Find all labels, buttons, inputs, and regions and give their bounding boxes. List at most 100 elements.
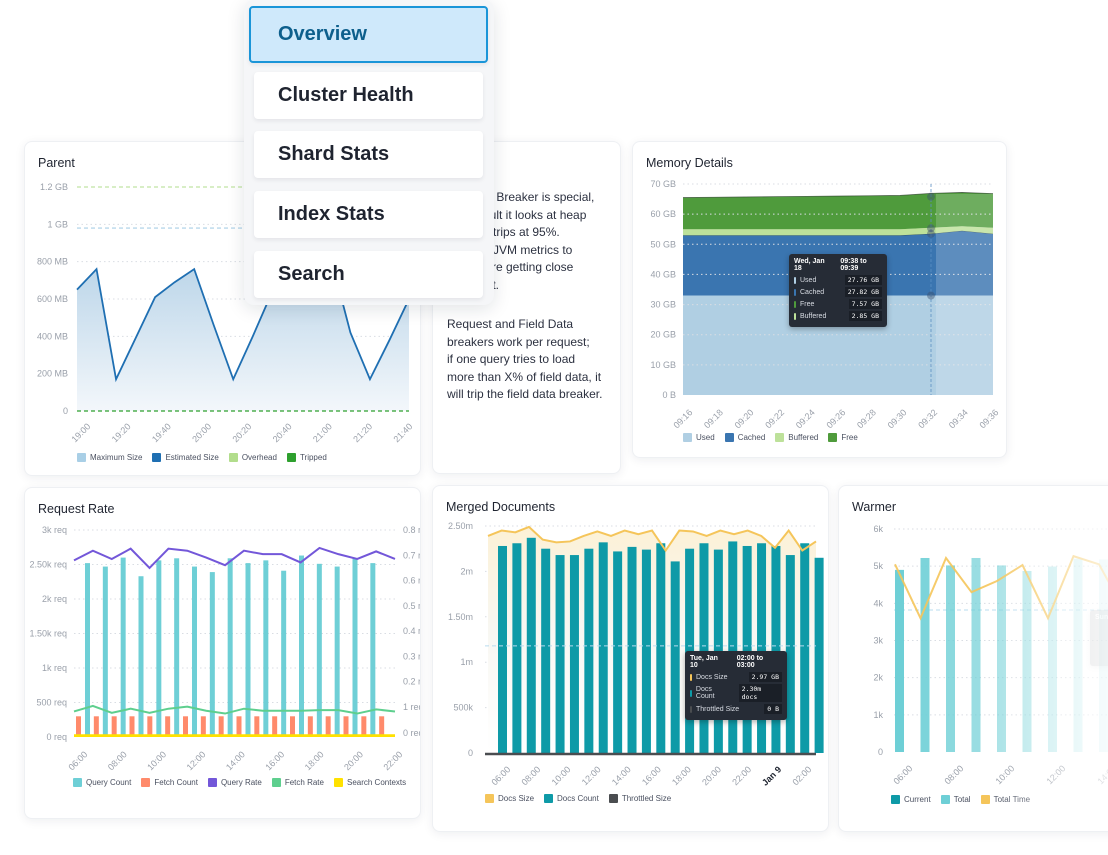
y-tick-label: 600 MB [37, 294, 68, 304]
query-count-bar [334, 566, 340, 737]
fetch-count-bar [272, 716, 278, 737]
docs-count-bar [728, 541, 738, 753]
menu-item-shard-stats[interactable]: Shard Stats [254, 131, 483, 178]
y-tick-label: 1m [460, 657, 473, 667]
tooltip-swatch [794, 300, 796, 308]
x-tick-label: 08:00 [106, 749, 129, 772]
tooltip-label-text: Buffered [800, 312, 827, 320]
warmer-card: Warmer 01k2k3k4k5k6k06:0008:0010:0012:00… [838, 485, 1108, 832]
search-contexts-band [74, 734, 395, 737]
docs-count-bar [670, 561, 680, 753]
legend-item-query-rate[interactable]: Query Rate [207, 778, 262, 787]
tooltip-label: Throttled Size [690, 705, 739, 713]
y-tick-label-left: 1k req [42, 663, 67, 673]
x-tick-label: 16:00 [640, 764, 663, 787]
legend-label: Buffered [788, 433, 819, 442]
tooltip-label: Cached [794, 288, 825, 296]
query-count-bar [174, 558, 180, 737]
x-tick-label: 09:34 [947, 407, 970, 430]
legend-item-total[interactable]: Total [940, 795, 971, 804]
tooltip-swatch [690, 705, 692, 713]
legend-item-fetch-rate[interactable]: Fetch Rate [271, 778, 324, 787]
x-tick-label: 20:00 [190, 421, 213, 444]
tooltip-value: 2.30m docs [738, 684, 782, 702]
y-tick-label-right: 0.4 req/s [403, 626, 421, 636]
x-tick-label: 19:20 [110, 421, 133, 444]
x-tick-label: 09:30 [886, 407, 909, 430]
legend-item-throttled-size[interactable]: Throttled Size [608, 794, 671, 803]
legend-swatch [228, 453, 238, 462]
docs-count-bar [656, 543, 666, 753]
x-tick-label: 19:40 [150, 421, 173, 444]
tooltip-label-text: Cached [800, 288, 825, 296]
docs-count-bar [598, 542, 608, 753]
x-tick-label: 14:00 [224, 749, 247, 772]
x-tick-label: 08:00 [520, 764, 543, 787]
legend-label: Tripped [299, 453, 327, 462]
merged-tooltip: Tue, Jan 10 02:00 to 03:00 Docs Size 2.97 … [685, 651, 787, 720]
docs-count-bar [512, 543, 522, 753]
nav-menu: Overview Cluster Health Shard Stats Inde… [244, 0, 494, 305]
total-bar [971, 557, 981, 752]
x-tick-label: 09:20 [733, 407, 756, 430]
legend-swatch [485, 794, 494, 803]
docs-count-bar [641, 549, 651, 753]
y-tick-label-left: 3k req [42, 525, 67, 535]
merged-documents-card: Merged Documents 0 500k 1m 1.50m 2m 2.50m 06:0… [432, 485, 829, 832]
tooltip-swatch [690, 689, 692, 697]
legend-item-tripped[interactable]: Tripped [286, 453, 327, 462]
legend-item-cached[interactable]: Cached [724, 433, 765, 442]
y-tick-label: 500k [453, 703, 473, 713]
legend-item-current[interactable]: Current [891, 795, 931, 804]
menu-item-index-stats[interactable]: Index Stats [254, 191, 483, 238]
legend-swatch [544, 794, 554, 803]
tooltip-row: Free 7.57 GB [794, 299, 882, 309]
fetch-count-bar [147, 716, 153, 737]
legend-swatch [141, 778, 151, 787]
x-tick-label: 09:26 [824, 407, 847, 430]
query-count-bar [192, 566, 197, 737]
y-tick-label: 0 [63, 406, 68, 416]
legend-item-search-contexts[interactable]: Search Contexts [333, 778, 406, 787]
menu-item-overview[interactable]: Overview [249, 6, 488, 63]
legend-item-docs-count[interactable]: Docs Count [544, 794, 599, 803]
tooltip-label-text: Used [800, 276, 817, 284]
legend-swatch [724, 433, 734, 442]
legend-item-used[interactable]: Used [683, 433, 715, 442]
note-paragraph-2: Request and Field Data breakers work per… [447, 317, 603, 401]
legend-item-buffered[interactable]: Buffered [775, 433, 818, 442]
menu-item-cluster-health[interactable]: Cluster Health [254, 72, 483, 119]
legend-item-overhead[interactable]: Overhead [228, 453, 277, 462]
legend-item-query-count[interactable]: Query Count [73, 778, 131, 787]
x-tick-label: 21:40 [391, 421, 414, 444]
legend-item-docs-size[interactable]: Docs Size [485, 794, 534, 803]
y-tick-label: 5k [873, 561, 883, 571]
legend-label: Docs Size [498, 794, 535, 803]
y-tick-label: 10 GB [650, 360, 676, 370]
tooltip-swatch [794, 288, 796, 296]
x-tick-label: 09:28 [855, 407, 878, 430]
x-tick-label: Jan 9 [760, 764, 783, 787]
legend-item-maximum-size[interactable]: Maximum Size [77, 453, 142, 462]
tooltip-value: 2.97 GB [748, 672, 782, 682]
docs-count-bar [613, 551, 623, 753]
legend-swatch [73, 778, 82, 787]
total-bar [920, 557, 930, 752]
y-tick-label: 1.2 GB [40, 182, 68, 192]
memory-tooltip: Wed, Jan 18 09:38 to 09:39 Used 27.76 GB Ca… [789, 254, 887, 327]
tooltip-value: 0 B [764, 704, 782, 714]
docs-count-bar [785, 555, 795, 753]
legend-item-fetch-count[interactable]: Fetch Count [141, 778, 198, 787]
x-tick-label: 20:00 [342, 749, 365, 772]
menu-item-search[interactable]: Search [254, 251, 483, 298]
docs-count-bar [498, 545, 507, 753]
tooltip-label-text: Docs Size [696, 673, 728, 681]
x-tick-label: 06:00 [891, 763, 914, 786]
docs-count-bar [699, 543, 709, 753]
hover-fade [936, 194, 993, 395]
tooltip-row: Throttled Size 0 B [690, 704, 782, 714]
tooltip-row: Buffered 2.85 GB [794, 311, 882, 321]
legend-item-estimated-size[interactable]: Estimated Size [152, 453, 219, 462]
docs-count-bar [555, 555, 565, 753]
legend-item-free[interactable]: Free [828, 433, 858, 442]
